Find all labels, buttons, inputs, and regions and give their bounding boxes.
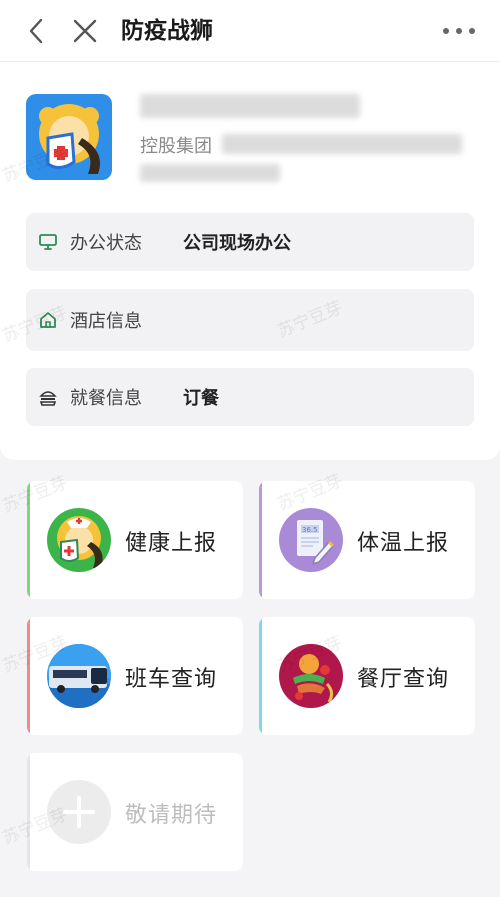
close-icon[interactable] bbox=[70, 16, 100, 46]
tile-label: 班车查询 bbox=[125, 667, 218, 692]
burger-icon bbox=[38, 387, 58, 407]
svg-text:36.5: 36.5 bbox=[302, 526, 318, 534]
tile-accent bbox=[259, 617, 262, 735]
tile-label: 体温上报 bbox=[357, 531, 450, 556]
tile-accent bbox=[259, 481, 262, 599]
info-row-label: 酒店信息 bbox=[70, 311, 142, 332]
profile-card: 控股集团 办公状态 公司现场办公 酒店信息 就餐信息 订餐 bbox=[0, 62, 500, 460]
info-row-office-status[interactable]: 办公状态 公司现场办公 bbox=[26, 213, 474, 271]
info-row-dining[interactable]: 就餐信息 订餐 bbox=[26, 368, 474, 426]
home-icon bbox=[38, 310, 58, 330]
tile-accent bbox=[27, 617, 30, 735]
tile-label: 敬请期待 bbox=[125, 803, 218, 828]
tile-label: 健康上报 bbox=[125, 531, 218, 556]
tile-accent bbox=[27, 481, 30, 599]
coming-soon-tile: 敬请期待 bbox=[27, 753, 243, 871]
info-row-value: 公司现场办公 bbox=[183, 233, 291, 254]
health-mascot-icon bbox=[47, 508, 111, 572]
plus-icon bbox=[47, 780, 111, 844]
shuttle-bus-tile[interactable]: 班车查询 bbox=[27, 617, 243, 735]
org-name: 控股集团 bbox=[140, 136, 212, 157]
back-icon[interactable] bbox=[22, 16, 52, 46]
temperature-form-icon: 36.5 bbox=[279, 508, 343, 572]
info-row-value: 订餐 bbox=[183, 388, 219, 409]
more-options-icon[interactable] bbox=[438, 16, 482, 46]
top-bar: 防疫战狮 bbox=[0, 0, 500, 62]
monitor-icon bbox=[38, 232, 58, 252]
info-row-label: 办公状态 bbox=[70, 233, 142, 254]
restaurant-food-icon bbox=[279, 644, 343, 708]
tile-label: 餐厅查询 bbox=[357, 667, 450, 692]
lion-mascot-icon bbox=[39, 104, 100, 174]
page-title: 防疫战狮 bbox=[121, 18, 213, 44]
info-row-label: 就餐信息 bbox=[70, 388, 142, 409]
shuttle-bus-icon bbox=[47, 644, 111, 708]
restaurant-tile[interactable]: 餐厅查询 bbox=[259, 617, 475, 735]
health-report-tile[interactable]: 健康上报 bbox=[27, 481, 243, 599]
temperature-report-tile[interactable]: 36.5 体温上报 bbox=[259, 481, 475, 599]
tile-accent bbox=[27, 753, 30, 871]
info-row-hotel[interactable]: 酒店信息 bbox=[26, 289, 474, 351]
avatar bbox=[26, 94, 112, 180]
